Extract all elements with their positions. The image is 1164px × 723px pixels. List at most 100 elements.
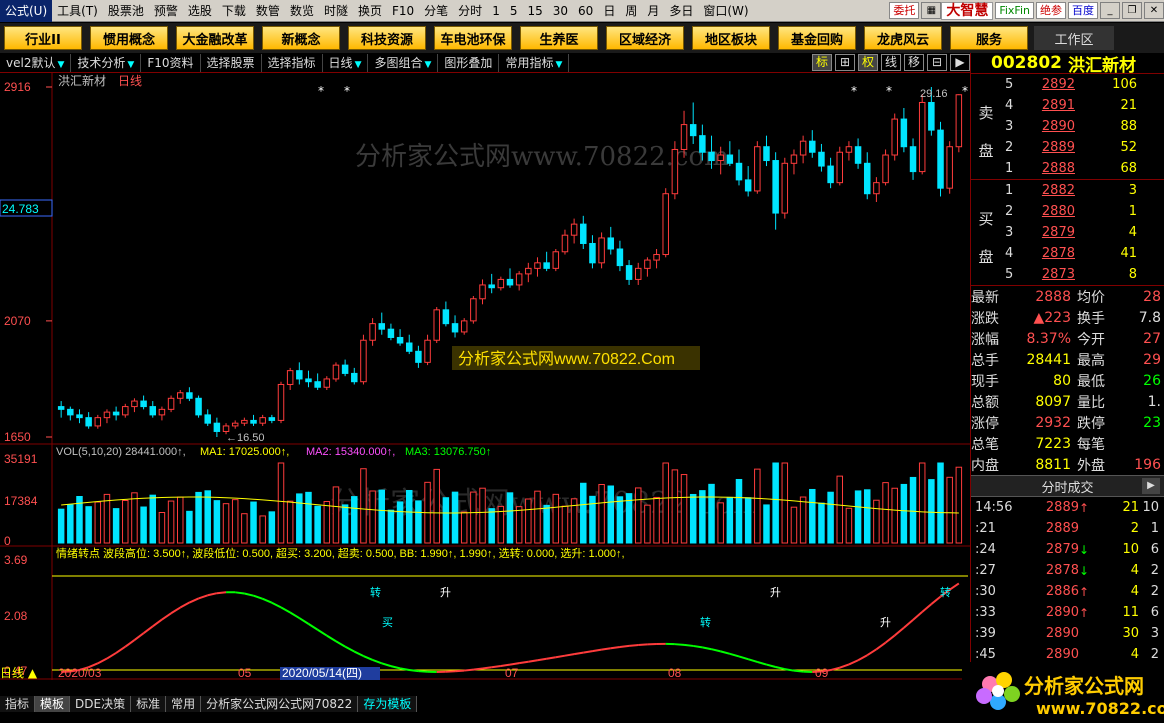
bottom-tab[interactable]: 标准 — [131, 696, 167, 712]
menu-item[interactable]: 换页 — [353, 0, 387, 22]
menu-item[interactable]: 分时 — [453, 0, 487, 22]
menu-item[interactable]: F10 — [387, 0, 419, 22]
candle-body — [158, 408, 166, 416]
toolbar-toggle[interactable]: ⊟ — [927, 54, 947, 71]
menu-item[interactable]: 5 — [505, 0, 523, 22]
menu-item[interactable]: 15 — [522, 0, 547, 22]
book-row: 1 2888 68 — [971, 158, 1164, 179]
menu-item[interactable]: 多日 — [664, 0, 698, 22]
category-button[interactable]: 地区板块 — [692, 26, 770, 50]
category-button[interactable]: 服务 — [950, 26, 1028, 50]
candle-body — [671, 148, 679, 195]
book-row: 5 2873 8 — [971, 264, 1164, 285]
toolbar-toggle[interactable]: 移 — [904, 54, 924, 71]
entrust-button[interactable]: 委托 — [889, 2, 920, 19]
menu-item[interactable]: 月 — [642, 0, 664, 22]
bottom-tab[interactable]: 模板 — [35, 696, 71, 712]
toolbar-toggle[interactable]: 线 — [881, 54, 901, 71]
category-button[interactable]: 基金回购 — [778, 26, 856, 50]
category-button[interactable]: 车电池环保 — [434, 26, 512, 50]
restore-icon[interactable]: ❐ — [1122, 2, 1142, 19]
menu-item[interactable]: 30 — [548, 0, 573, 22]
volume-bar — [845, 507, 853, 544]
volume-bar — [854, 490, 862, 544]
menu-item[interactable]: 股票池 — [103, 0, 149, 22]
category-button[interactable]: 生养医 — [520, 26, 598, 50]
tick-volume: 4 — [1130, 584, 1139, 599]
category-button[interactable]: 行业II — [4, 26, 82, 50]
menu-item[interactable]: 工具(T) — [52, 0, 103, 22]
indicator-segment — [473, 667, 483, 671]
menu-item[interactable]: 60 — [573, 0, 598, 22]
menu-item[interactable]: 周 — [620, 0, 642, 22]
category-button[interactable]: 科技资源 — [348, 26, 426, 50]
toolbar-item-label: 选择股票 — [206, 55, 255, 70]
indicator-segment — [216, 591, 227, 595]
toolbar-toggle[interactable]: ▶ — [950, 54, 970, 71]
menu-item[interactable]: 数管 — [251, 0, 285, 22]
baidu-button[interactable]: 百度 — [1068, 2, 1098, 19]
menu-item[interactable]: 数览 — [285, 0, 319, 22]
toolbar-item[interactable]: 选择指标 — [262, 53, 323, 72]
volume-bar — [103, 493, 111, 544]
stock-name: 洪汇新材 — [1067, 55, 1136, 76]
brand-logo[interactable]: 大智慧 — [941, 1, 994, 20]
book-price: 2880 — [1041, 204, 1075, 219]
jueshen-button[interactable]: 绝参 — [1036, 2, 1066, 19]
stat-row: 总手 28441 最高 29 — [971, 349, 1164, 370]
stat-value: 80 — [1053, 372, 1071, 389]
tick-time: :21 — [975, 521, 996, 536]
toolbar-item[interactable]: 多图组合 ▼ — [368, 53, 439, 72]
menu-item[interactable]: 选股 — [183, 0, 217, 22]
kline-chart[interactable]: 2916 2070 1650 24.783 洪汇新材 日线分析家公式网www.70822.… — [0, 73, 970, 680]
category-button[interactable]: 大金融改革 — [176, 26, 254, 50]
menu-item[interactable]: 分笔 — [419, 0, 453, 22]
menu-item[interactable]: 日 — [598, 0, 620, 22]
toolbar-toggle[interactable]: ⊞ — [835, 54, 855, 71]
bottom-tab[interactable]: 分析家公式网公式网70822 — [201, 696, 359, 712]
toolbar-item[interactable]: vel2默认 ▼ — [0, 53, 72, 72]
play-icon[interactable]: ▶ — [1142, 478, 1160, 494]
candle-body — [946, 146, 953, 189]
book-row: 3 2879 4 — [971, 222, 1164, 243]
toolbar-item[interactable]: 常用指标 ▼ — [499, 53, 570, 72]
candle-body — [103, 411, 111, 419]
book-volume: 3 — [1128, 183, 1137, 198]
menu-item[interactable]: 预警 — [149, 0, 183, 22]
toolbar-toggle[interactable]: 标 — [812, 54, 832, 71]
candle-body — [268, 417, 276, 421]
category-button[interactable]: 惯用概念 — [90, 26, 168, 50]
workarea-button[interactable]: 工作区 — [1034, 26, 1114, 50]
tick-price: 2878 — [1045, 563, 1079, 578]
grid-icon[interactable]: ▦ — [921, 2, 942, 19]
menu-item[interactable]: 时隧 — [319, 0, 353, 22]
category-button[interactable]: 龙虎风云 — [864, 26, 942, 50]
bottom-tab[interactable]: 常用 — [166, 696, 202, 712]
stat-label: 跌停 — [1077, 415, 1105, 432]
menu-item[interactable]: 公式(U) — [0, 0, 53, 22]
book-price: 2889 — [1041, 140, 1075, 155]
minimize-icon[interactable]: _ — [1100, 2, 1120, 19]
menu-item[interactable]: 窗口(W) — [698, 0, 753, 22]
close-icon[interactable]: ✕ — [1144, 2, 1164, 19]
menu-item[interactable]: 下载 — [217, 0, 251, 22]
fixfin-button[interactable]: FixFin — [995, 2, 1034, 19]
bottom-tab[interactable]: 存为模板 — [358, 696, 418, 712]
tick-list: 14:56 2889 ↑ 21 10:21 2889 2 1:24 2879 ↓ 10 6:27 287… — [971, 497, 1164, 665]
toolbar-item[interactable]: 图形叠加 — [438, 53, 500, 72]
candle-body — [140, 400, 147, 408]
toolbar-item[interactable]: F10资料 — [141, 53, 201, 72]
indicator-mark: 升 — [880, 616, 891, 629]
bottom-tab[interactable]: DDE决策 — [70, 696, 132, 712]
bottom-tab[interactable]: 指标 — [0, 696, 36, 712]
category-button[interactable]: 区域经济 — [606, 26, 684, 50]
toolbar-toggle[interactable]: 权 — [858, 54, 878, 71]
toolbar-item[interactable]: 技术分析 ▼ — [71, 53, 142, 72]
volume-bar — [167, 500, 175, 544]
category-button[interactable]: 新概念 — [262, 26, 340, 50]
candle-body — [323, 378, 331, 388]
toolbar-item[interactable]: 选择股票 — [201, 53, 262, 72]
volume-bar — [296, 493, 303, 544]
menu-item[interactable]: 1 — [487, 0, 505, 22]
toolbar-item[interactable]: 日线 ▼ — [323, 53, 369, 72]
